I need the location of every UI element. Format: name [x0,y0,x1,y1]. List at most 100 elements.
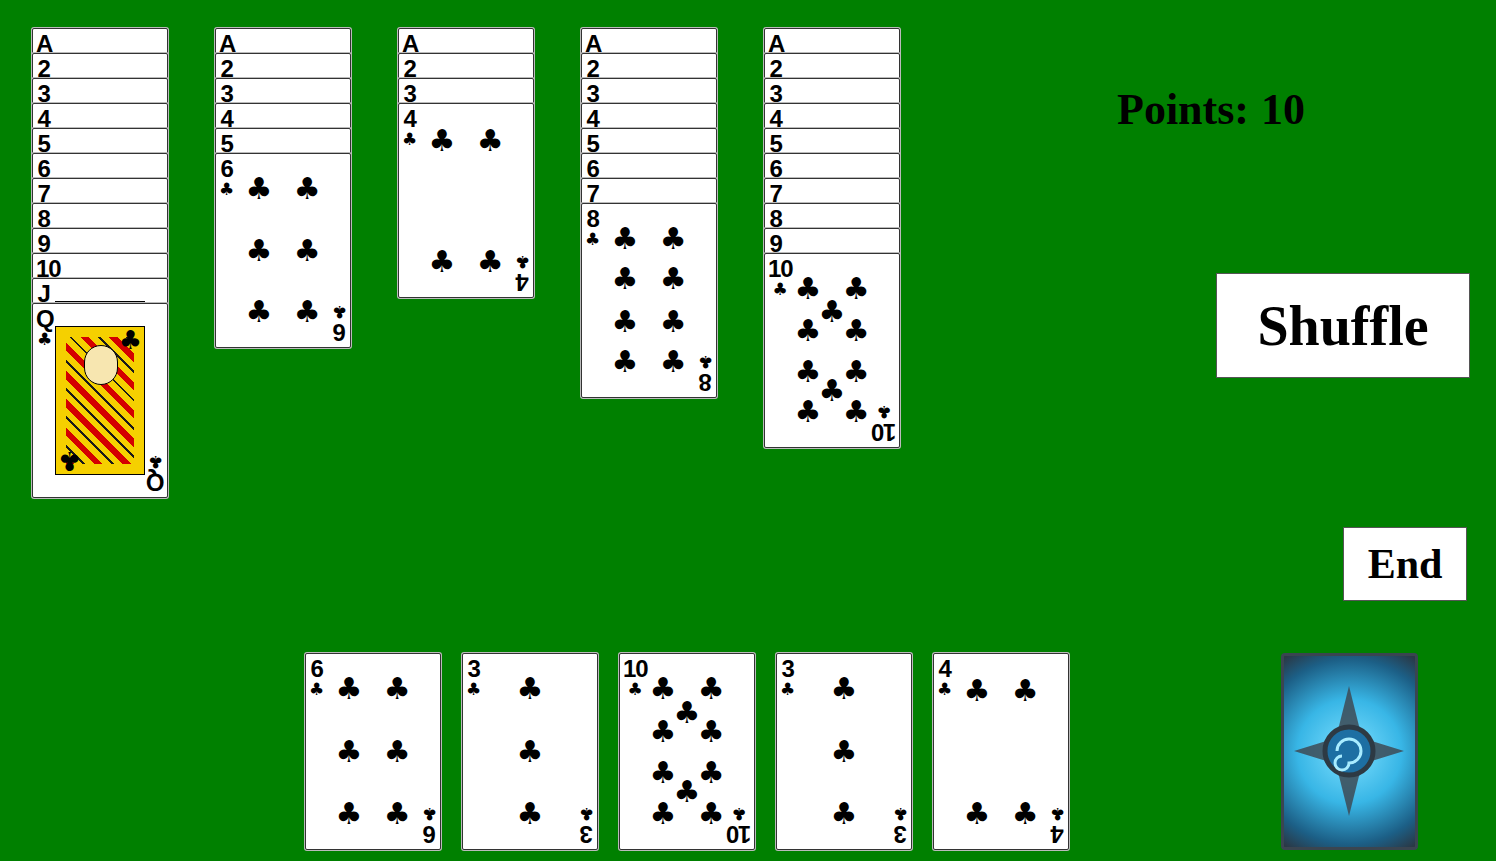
card[interactable]: 10♣10♣♣♣♣♣♣♣♣♣♣♣ [764,253,900,448]
suit-pip-icon: ♣ [384,674,411,704]
face-suit-icon: ♣ [119,327,142,353]
card-rank: 3 [580,822,592,846]
suit-pip-icon: ♣ [294,297,321,327]
card-corner: 6♣ [219,157,234,198]
card-rank: 6 [221,157,233,181]
card-corner: 3♣ [579,805,594,846]
suit-pip-icon: ♣ [384,799,411,829]
tableau-column[interactable]: A♣A♣♣2♣2♣♣♣3♣3♣♣♣♣4♣4♣♣♣♣♣5♣5♣♣♣♣♣♣6♣6♣♣… [32,28,168,498]
suit-pip-icon: ♣ [245,174,272,204]
card-rank: 4 [516,270,528,294]
card[interactable]: 3♣3♣♣♣♣ [776,653,912,850]
suit-pip-icon: ♣ [294,236,321,266]
card-rank: 4 [939,657,951,681]
card-rank: 3 [468,657,480,681]
suit-pip-icon: ♣ [384,737,411,767]
suit-pip-icon: ♣ [660,347,687,377]
suit-pip-icon: ♣ [674,698,701,728]
card-corner: Q♣ [36,307,53,348]
suit-pip-icon: ♣ [517,674,544,704]
game-table: A♣A♣♣2♣2♣♣♣3♣3♣♣♣♣4♣4♣♣♣♣♣5♣5♣♣♣♣♣♣6♣6♣♣… [0,0,1496,861]
suit-pip-icon: ♣ [660,224,687,254]
end-button[interactable]: End [1343,527,1467,601]
card-corner: 6♣ [309,657,324,698]
suit-pip-icon: ♣ [660,307,687,337]
card-suit: ♣ [937,681,952,698]
hand: 6♣6♣♣♣♣♣♣♣3♣3♣♣♣♣10♣10♣♣♣♣♣♣♣♣♣♣♣3♣3♣♣♣♣… [305,653,1069,850]
suit-pip-icon: ♣ [649,758,676,788]
card-rank: 8 [699,370,711,394]
card-suit: ♣ [1050,805,1065,822]
card-suit: ♣ [893,805,908,822]
suit-pip-icon: ♣ [428,126,455,156]
card-suit: ♣ [148,453,163,470]
card-rank: Q [36,307,53,331]
points-display: Points:10 [1117,85,1305,135]
card-rank: 4 [404,107,416,131]
deck[interactable] [1281,653,1418,850]
card-corner: 10♣ [623,657,647,698]
tableau-column[interactable]: A♣A♣♣2♣2♣♣♣3♣3♣♣♣♣4♣4♣♣♣♣♣5♣5♣♣♣♣♣♣6♣6♣♣… [581,28,717,398]
suit-pip-icon: ♣ [831,799,858,829]
card-corner: 8♣ [585,207,600,248]
suit-pip-icon: ♣ [963,676,990,706]
card-corner: 4♣ [515,253,530,294]
card[interactable]: 3♣3♣♣♣♣ [462,653,598,850]
card-suit: ♣ [402,131,417,148]
suit-pip-icon: ♣ [477,126,504,156]
suit-pip-icon: ♣ [698,799,725,829]
shuffle-button[interactable]: Shuffle [1216,273,1470,378]
suit-pip-icon: ♣ [843,274,870,304]
card-rank: 3 [782,657,794,681]
card[interactable]: 4♣4♣♣♣♣♣ [933,653,1069,850]
points-value: 10 [1261,85,1305,135]
suit-pip-icon: ♣ [1012,799,1039,829]
suit-pip-icon: ♣ [477,247,504,277]
points-label: Points: [1117,85,1249,135]
suit-pip-icon: ♣ [517,799,544,829]
card-rank: 10 [623,657,647,681]
card-corner: 8♣ [698,353,713,394]
suit-pip-icon: ♣ [794,316,821,346]
card-suit: ♣ [37,331,52,348]
suit-pip-icon: ♣ [428,247,455,277]
card-rank: 6 [333,320,345,344]
card-corner: 6♣ [332,303,347,344]
card-suit: ♣ [422,805,437,822]
suit-pip-icon: ♣ [611,307,638,337]
side-panel: Points:10 Shuffle End [1117,28,1496,653]
face-suit-icon: ♣ [58,448,81,474]
card[interactable]: 10♣10♣♣♣♣♣♣♣♣♣♣♣ [619,653,755,850]
card-corner: 10♣ [872,403,896,444]
card[interactable]: 6♣6♣♣♣♣♣♣♣ [305,653,441,850]
card-corner: 6♣ [422,805,437,846]
card[interactable]: 6♣6♣♣♣♣♣♣♣ [215,153,351,348]
card-suit: ♣ [698,353,713,370]
suit-pip-icon: ♣ [794,397,821,427]
card-rank: 10 [768,257,792,281]
suit-pip-icon: ♣ [245,297,272,327]
tableau-column[interactable]: A♣A♣♣2♣2♣♣♣3♣3♣♣♣♣4♣4♣♣♣♣♣5♣5♣♣♣♣♣♣6♣6♣♣… [215,28,351,348]
suit-pip-icon: ♣ [698,717,725,747]
card[interactable]: Q♣Q♣♣♣ [32,303,168,498]
suit-pip-icon: ♣ [649,799,676,829]
card-rank: 10 [727,822,751,846]
tableau-column[interactable]: A♣A♣♣2♣2♣♣♣3♣3♣♣♣♣4♣4♣♣♣♣♣5♣5♣♣♣♣♣♣6♣6♣♣… [764,28,900,448]
suit-pip-icon: ♣ [611,347,638,377]
card-suit: ♣ [773,281,788,298]
card-suit: ♣ [628,681,643,698]
suit-pip-icon: ♣ [819,376,846,406]
face-picture: ♣♣ [55,326,145,475]
card-corner: 4♣ [1050,805,1065,846]
card[interactable]: 4♣4♣♣♣♣♣ [398,103,534,298]
suit-pip-icon: ♣ [335,737,362,767]
suit-pip-icon: ♣ [794,357,821,387]
tableau-column[interactable]: A♣A♣♣2♣2♣♣♣3♣3♣♣♣♣4♣4♣♣♣♣♣ [398,28,534,298]
suit-pip-icon: ♣ [660,264,687,294]
suit-pip-icon: ♣ [698,758,725,788]
card[interactable]: 8♣8♣♣♣♣♣♣♣♣♣ [581,203,717,398]
suit-pip-icon: ♣ [831,737,858,767]
suit-pip-icon: ♣ [335,799,362,829]
suit-pip-icon: ♣ [843,316,870,346]
suit-pip-icon: ♣ [674,777,701,807]
